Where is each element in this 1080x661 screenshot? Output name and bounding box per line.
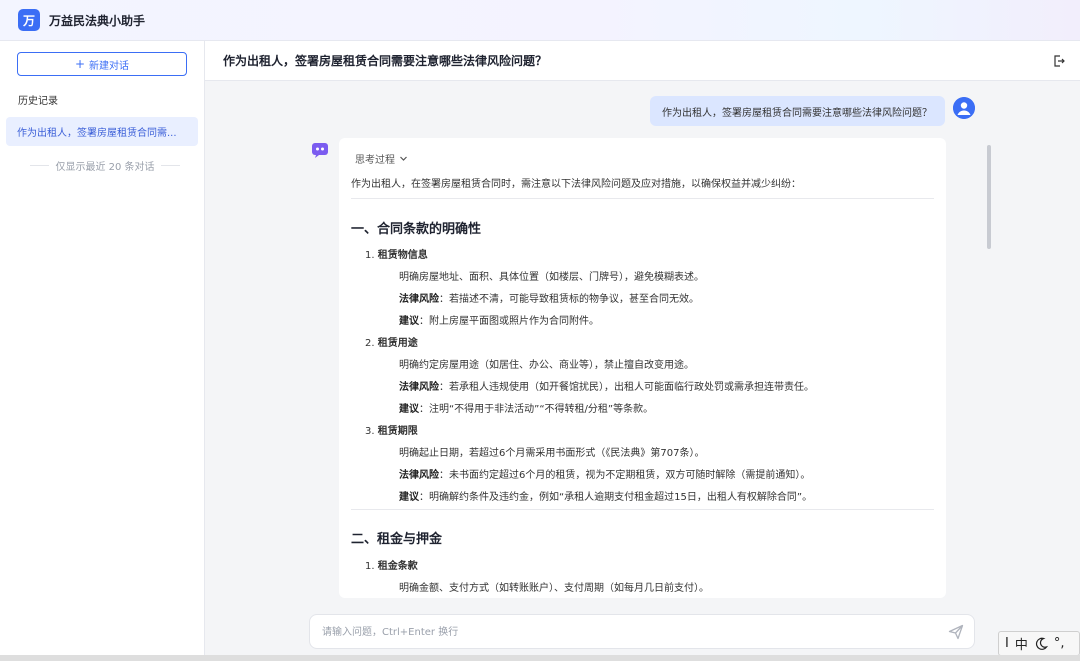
divider [351, 509, 934, 510]
history-note: 仅显示最近 20 条对话 [30, 158, 180, 173]
divider [160, 165, 180, 166]
ime-language-toggle[interactable]: 中 [1015, 634, 1028, 653]
conversation-title: 作为出租人，签署房屋租赁合同需要注意哪些法律风险问题？ [223, 54, 548, 68]
sub-item-title: 1. 租赁物信息 [365, 250, 428, 261]
user-message: 作为出租人，签署房屋租赁合同需要注意哪些法律风险问题？ [650, 96, 945, 126]
history-item-label: 作为出租人，签署房屋租赁合同需... [17, 128, 177, 139]
history-title: 历史记录 [18, 96, 58, 107]
assistant-answer-card: 思考过程 作为出租人，在签署房屋租赁合同时，需注意以下法律风险问题及应对措施，以… [339, 138, 946, 598]
divider [30, 165, 50, 166]
plus-icon: + [74, 57, 86, 71]
app-header: 万 万益民法典小助手 [0, 0, 1080, 41]
new-chat-button[interactable]: + 新建对话 [17, 52, 187, 76]
sub-item-title: 2. 租赁用途 [365, 338, 418, 349]
scrollbar-thumb[interactable] [987, 145, 991, 249]
history-item[interactable]: 作为出租人，签署房屋租赁合同需... [6, 117, 198, 146]
detail-line: 明确起止日期，若超过6个月需采用书面形式（《民法典》第707条）。 [399, 448, 705, 459]
sub-item-title: 3. 租赁期限 [365, 426, 418, 437]
detail-line: 明确金额、支付方式（如转账账户）、支付周期（如每月几日前支付）。 [399, 583, 709, 594]
section-heading: 二、租金与押金 [351, 532, 443, 547]
new-chat-label: 新建对话 [89, 60, 130, 72]
chevron-down-icon [400, 156, 407, 161]
send-icon[interactable] [948, 624, 964, 640]
conversation-header: 作为出租人，签署房屋租赁合同需要注意哪些法律风险问题？ [205, 41, 1080, 81]
app-logo: 万 [18, 9, 40, 31]
thinking-process-toggle[interactable]: 思考过程 [355, 151, 408, 166]
logout-icon[interactable] [1052, 54, 1066, 68]
detail-line: 法律风险：未书面约定超过6个月的租赁，视为不定期租赁，双方可随时解除（需提前通知… [399, 470, 811, 481]
detail-line: 明确房屋地址、面积、具体位置（如楼层、门牌号），避免模糊表述。 [399, 272, 704, 283]
section-heading: 一、合同条款的明确性 [351, 222, 482, 237]
divider [351, 198, 934, 199]
detail-line: 法律风险：若承租人违规使用（如开餐馆扰民），出租人可能面临行政处罚或需承担连带责… [399, 382, 814, 393]
ime-punctuation-toggle[interactable]: °, [1054, 636, 1065, 651]
thinking-process-label: 思考过程 [355, 155, 395, 166]
user-avatar-icon [953, 97, 975, 119]
ime-toolbar: I 中 °, [998, 631, 1080, 656]
detail-line: 建议：注明“不得用于非法活动”“不得转租/分租”等条款。 [399, 404, 654, 415]
question-input-box [309, 614, 975, 649]
question-input[interactable] [322, 624, 922, 640]
detail-line: 建议：明确解约条件及违约金，例如“承租人逾期支付租金超过15日，出租人有权解除合… [399, 492, 813, 503]
user-message-text: 作为出租人，签署房屋租赁合同需要注意哪些法律风险问题？ [662, 107, 932, 119]
sidebar: + 新建对话 历史记录 作为出租人，签署房屋租赁合同需... 仅显示最近 20 … [0, 41, 205, 661]
main-panel: 作为出租人，签署房屋租赁合同需要注意哪些法律风险问题？ 作为出租人，签署房屋租赁… [205, 41, 1080, 661]
detail-line: 明确约定房屋用途（如居住、办公、商业等），禁止擅自改变用途。 [399, 360, 694, 371]
app-title: 万益民法典小助手 [49, 13, 146, 28]
bot-avatar-icon [312, 143, 328, 158]
detail-line: 建议：附上房屋平面图或照片作为合同附件。 [399, 316, 599, 327]
detail-line: 法律风险：若描述不清，可能导致租赁标的物争议，甚至合同无效。 [399, 294, 699, 305]
answer-intro: 作为出租人，在签署房屋租赁合同时，需注意以下法律风险问题及应对措施，以确保权益并… [351, 179, 801, 190]
history-note-text: 仅显示最近 20 条对话 [55, 162, 155, 173]
ime-cursor: I [1005, 636, 1009, 651]
moon-icon[interactable] [1034, 637, 1048, 651]
taskbar-strip [0, 655, 1080, 661]
sub-item-title: 1. 租金条款 [365, 561, 418, 572]
